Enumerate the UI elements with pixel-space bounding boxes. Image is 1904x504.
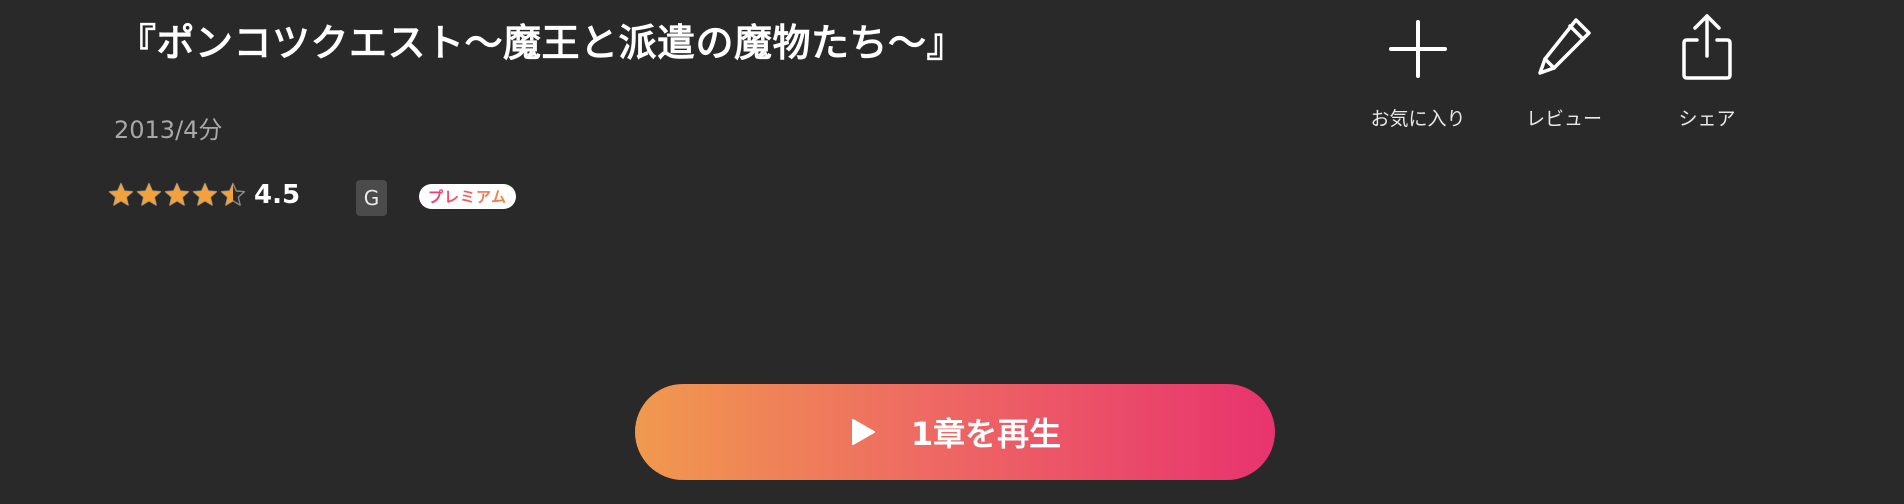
favorite-button[interactable]: お気に入り: [1358, 12, 1478, 131]
pencil-icon: [1538, 18, 1591, 75]
favorite-label: お気に入り: [1370, 108, 1466, 130]
share-icon: [1682, 14, 1732, 80]
star-icon: [220, 182, 246, 206]
premium-badge-label: プレミアム: [428, 188, 507, 206]
star-rating: [108, 182, 246, 208]
work-meta: 2013/4分: [114, 116, 223, 144]
play-chapter-button[interactable]: 1章を再生: [635, 384, 1275, 480]
star-icon: [192, 182, 218, 206]
star-icon: [164, 182, 190, 206]
star-icon: [108, 182, 134, 206]
rating-value: 4.5: [254, 180, 301, 210]
star-icon: [136, 182, 162, 206]
age-rating-badge: G: [356, 180, 387, 216]
share-button[interactable]: シェア: [1647, 12, 1767, 131]
review-label: レビュー: [1525, 108, 1602, 130]
plus-icon: [1389, 20, 1447, 78]
work-title: 『ポンコツクエスト〜魔王と派遣の魔物たち〜』: [118, 21, 966, 65]
premium-badge: プレミアム: [419, 184, 516, 209]
work-detail-page: 『ポンコツクエスト〜魔王と派遣の魔物たち〜』 2013/4分 4.5 G プレミ…: [0, 0, 1904, 504]
play-button-label: 1章を再生: [910, 415, 1062, 453]
play-icon: [851, 419, 875, 445]
share-label: シェア: [1678, 108, 1736, 130]
rating-row: 4.5: [108, 178, 300, 212]
review-button[interactable]: レビュー: [1504, 12, 1624, 131]
